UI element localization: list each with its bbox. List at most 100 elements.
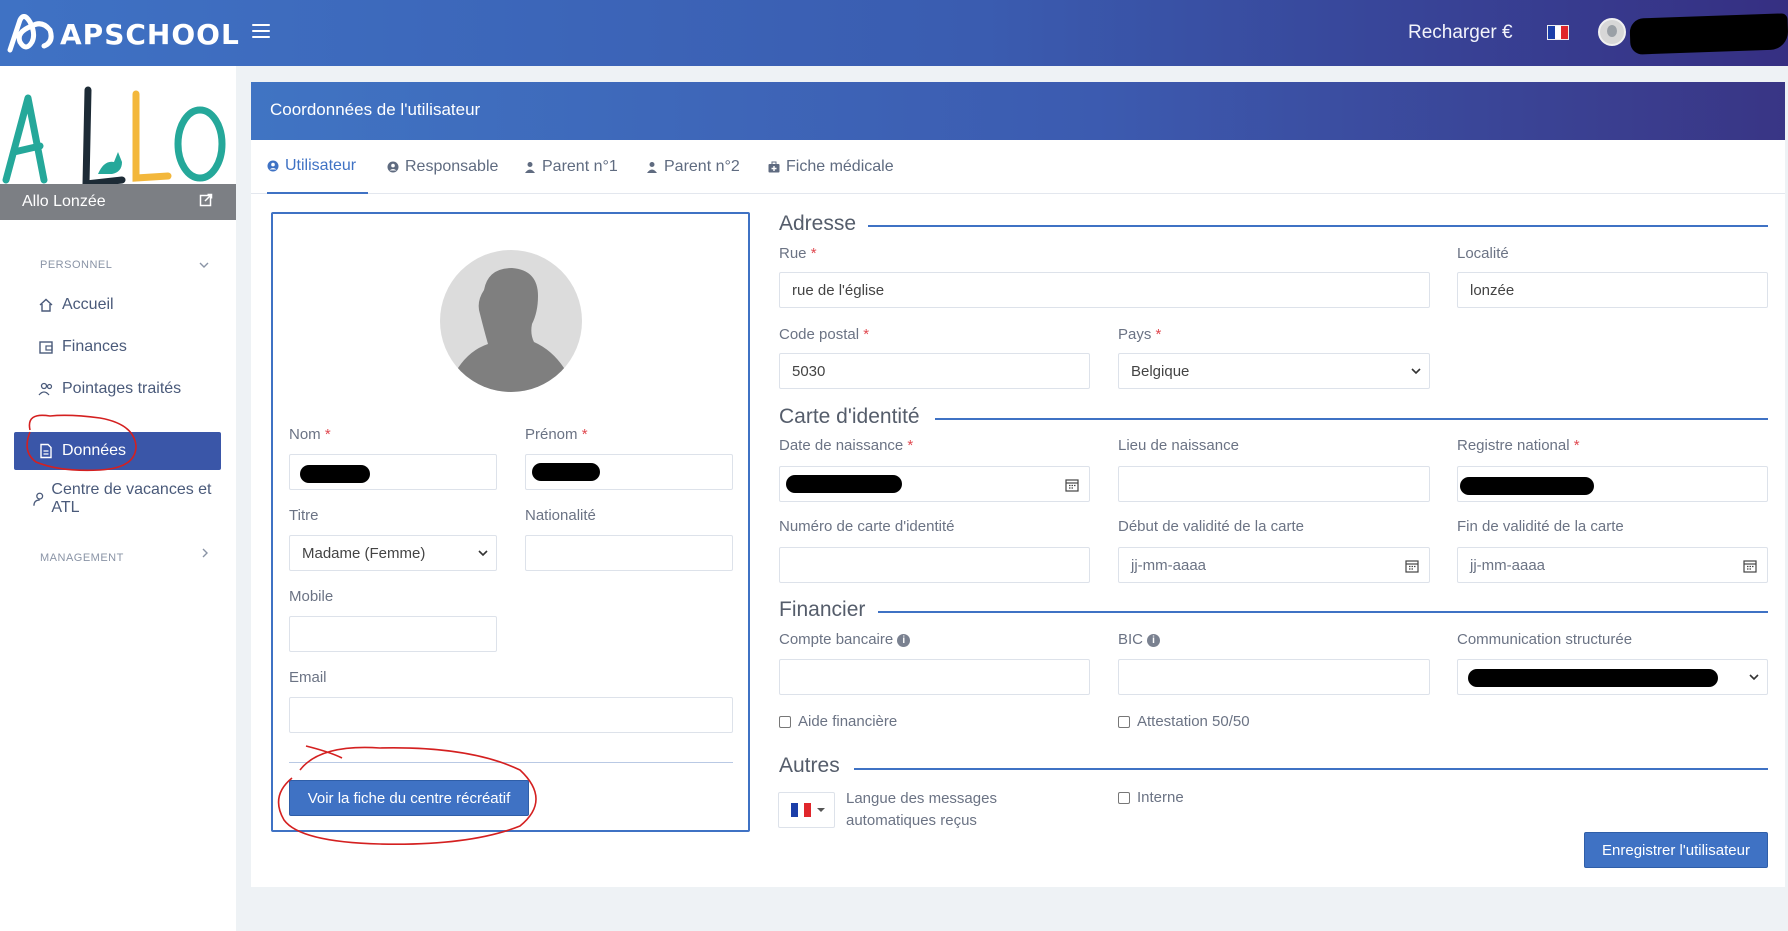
bic-label: BIC i (1118, 631, 1161, 648)
user-avatar[interactable] (1598, 18, 1626, 46)
nom-input[interactable] (289, 454, 497, 490)
menu-toggle-icon[interactable] (252, 24, 270, 40)
lieu-naissance-input[interactable] (1118, 466, 1430, 502)
org-logo: asbl Allo Lonzée (0, 80, 236, 220)
communication-structuree-label: Communication structurée (1457, 631, 1633, 648)
code-postal-label: Code postal * (779, 326, 870, 343)
tab-utilisateur[interactable]: Utilisateur (267, 140, 369, 194)
sidebar-item-accueil[interactable]: Accueil (14, 286, 221, 324)
redacted-value (1460, 477, 1594, 495)
rue-label: Rue * (779, 245, 817, 262)
checkbox-label: Attestation 50/50 (1137, 713, 1250, 730)
section-carte-identite: Carte d'identité (779, 405, 920, 428)
redacted-value (786, 475, 902, 493)
profile-avatar[interactable] (440, 250, 582, 392)
calendar-icon[interactable] (1405, 559, 1419, 573)
recharge-link[interactable]: Recharger € (1408, 22, 1513, 44)
wallet-icon (39, 341, 53, 354)
chevron-down-icon (1411, 368, 1421, 375)
tab-bar: Utilisateur Responsable Parent n°1 Paren… (251, 140, 1785, 194)
profile-panel: Nom * Prénom * Titre Madame (Femme) Nati… (271, 212, 750, 832)
localite-label: Localité (1457, 245, 1509, 262)
rue-input[interactable]: rue de l'église (779, 272, 1430, 308)
person-silhouette-icon (458, 268, 564, 392)
fin-validite-input[interactable]: jj-mm-aaaa (1457, 547, 1768, 583)
french-flag-icon (791, 803, 812, 817)
card-header: Coordonnées de l'utilisateur (251, 82, 1785, 140)
compte-bancaire-input[interactable] (779, 659, 1090, 695)
email-input[interactable] (289, 697, 733, 733)
info-icon[interactable]: i (1147, 633, 1161, 647)
french-flag-icon[interactable] (1547, 25, 1569, 40)
user-icon (525, 162, 535, 173)
tab-label: Parent n°2 (664, 158, 740, 175)
pays-value: Belgique (1131, 362, 1190, 380)
chevron-right-icon[interactable] (200, 548, 210, 558)
nom-label: Nom * (289, 426, 331, 443)
tab-parent-2[interactable]: Parent n°2 (646, 140, 740, 194)
language-select[interactable] (778, 792, 835, 828)
tab-responsable[interactable]: Responsable (387, 140, 498, 194)
bic-input[interactable] (1118, 659, 1430, 695)
registre-national-input[interactable] (1457, 466, 1768, 502)
user-search-icon (33, 492, 44, 506)
calendar-icon[interactable] (1065, 478, 1079, 492)
debut-validite-input[interactable]: jj-mm-aaaa (1118, 547, 1430, 583)
calendar-icon[interactable] (1743, 559, 1757, 573)
communication-structuree-select[interactable] (1457, 659, 1768, 695)
titre-select[interactable]: Madame (Femme) (289, 535, 497, 571)
home-icon (39, 298, 53, 312)
attestation-checkbox[interactable]: Attestation 50/50 (1118, 713, 1250, 730)
section-management[interactable]: MANAGEMENT (40, 552, 124, 564)
tab-fiche-medicale[interactable]: Fiche médicale (768, 140, 894, 194)
registre-national-label: Registre national * (1457, 437, 1580, 454)
info-icon[interactable]: i (897, 633, 911, 647)
numero-carte-input[interactable] (779, 547, 1090, 583)
sidebar: asbl Allo Lonzée PERSONNEL Accueil Finan… (0, 66, 236, 931)
sidebar-item-label: Centre de vacances et ATL (51, 481, 212, 516)
chevron-down-icon (478, 550, 488, 557)
centre-recreatif-button[interactable]: Voir la fiche du centre récréatif (289, 780, 529, 816)
interne-checkbox[interactable]: Interne (1118, 789, 1184, 806)
langue-label: Langue des messages automatiques reçus (846, 790, 997, 829)
redacted-username[interactable] (1629, 13, 1788, 55)
external-link-icon[interactable] (199, 193, 213, 207)
redacted-value (300, 465, 370, 483)
fin-validite-label: Fin de validité de la carte (1457, 518, 1624, 535)
tab-label: Utilisateur (285, 157, 357, 174)
mobile-input[interactable] (289, 616, 497, 652)
save-user-button[interactable]: Enregistrer l'utilisateur (1584, 832, 1768, 868)
sidebar-item-label: Finances (62, 338, 127, 355)
code-postal-input[interactable]: 5030 (779, 353, 1090, 389)
sidebar-item-finances[interactable]: Finances (14, 328, 221, 366)
tab-label: Parent n°1 (542, 158, 618, 175)
brand-name: APSCHOOL (60, 17, 240, 51)
user-icon (647, 162, 657, 173)
divider (289, 762, 733, 763)
localite-input[interactable]: lonzée (1457, 272, 1768, 308)
section-personnel[interactable]: PERSONNEL (40, 259, 112, 271)
brand-logo[interactable]: APSCHOOL (6, 14, 240, 54)
pays-select[interactable]: Belgique (1118, 353, 1430, 389)
org-name: Allo Lonzée (22, 193, 106, 210)
redacted-value (1468, 669, 1718, 687)
date-naissance-label: Date de naissance * (779, 437, 914, 454)
date-naissance-input[interactable] (779, 466, 1090, 502)
sidebar-item-label: Accueil (62, 296, 114, 313)
section-autres: Autres (779, 754, 840, 777)
date-placeholder: jj-mm-aaaa (1470, 556, 1546, 574)
sidebar-item-donnees[interactable]: Données (14, 432, 221, 470)
mobile-label: Mobile (289, 588, 334, 605)
section-divider (935, 418, 1768, 420)
nationalite-input[interactable] (525, 535, 733, 571)
sidebar-item-centre-vacances[interactable]: Centre de vacances et ATL (14, 480, 236, 518)
sidebar-item-pointages[interactable]: Pointages traités (14, 370, 221, 408)
chevron-down-icon[interactable] (199, 260, 209, 270)
tab-label: Fiche médicale (786, 158, 894, 175)
lieu-naissance-label: Lieu de naissance (1118, 437, 1239, 454)
aide-financiere-checkbox[interactable]: Aide financière (779, 713, 897, 730)
tab-label: Responsable (405, 158, 499, 175)
tab-parent-1[interactable]: Parent n°1 (524, 140, 618, 194)
prenom-input[interactable] (525, 454, 733, 490)
document-icon (40, 443, 52, 459)
